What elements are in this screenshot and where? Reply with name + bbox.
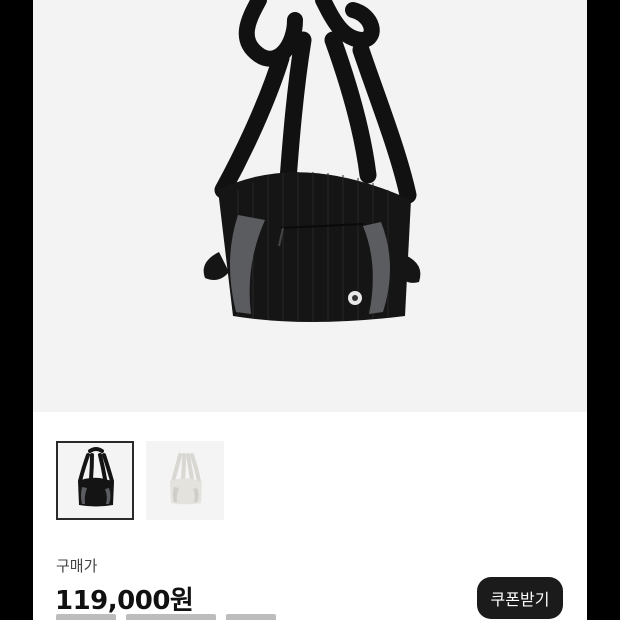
cutoff-text-fragment (56, 614, 116, 620)
black-bag-thumbnail-icon (78, 447, 114, 507)
price-label: 구매가 (56, 557, 98, 575)
thumbnail-list (56, 441, 224, 520)
thumbnail-black[interactable] (56, 441, 134, 520)
black-crossbody-bag-image (203, 0, 421, 322)
product-price: 119,000원 (55, 586, 194, 616)
thumbnail-white[interactable] (146, 441, 224, 520)
product-main-image[interactable] (33, 0, 587, 412)
cutoff-text-fragment (226, 614, 276, 620)
coupon-button[interactable]: 쿠폰받기 (477, 577, 563, 619)
product-page: 구매가 119,000원 쿠폰받기 (33, 0, 587, 620)
cutoff-text-fragment (126, 614, 216, 620)
cutoff-text-row (56, 614, 296, 620)
white-bag-thumbnail-icon (170, 453, 202, 505)
